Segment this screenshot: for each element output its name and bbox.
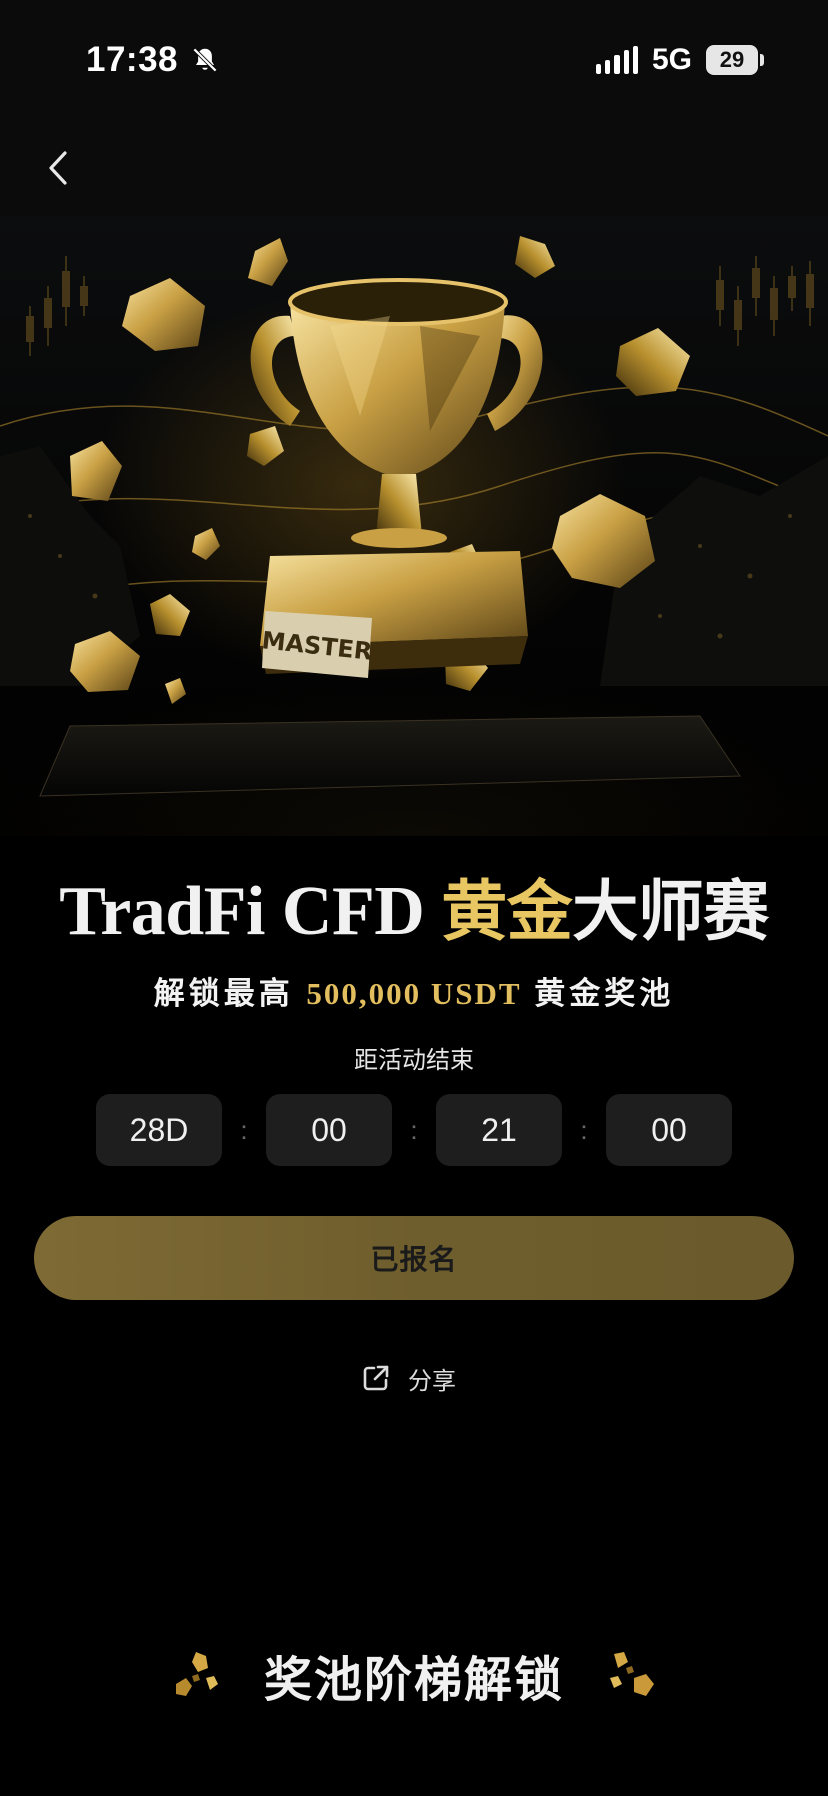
signal-icon: [595, 46, 638, 74]
title-gold: 黄金: [441, 873, 573, 950]
chevron-left-icon: [49, 151, 67, 185]
share-label: 分享: [408, 1367, 456, 1395]
countdown-separator: :: [410, 1114, 418, 1145]
status-time: 17:38: [86, 40, 179, 79]
title-rest: 大师赛: [572, 873, 769, 950]
hero-banner: MASTER: [0, 216, 828, 836]
battery-icon: 29: [706, 45, 764, 75]
status-left: 17:38: [86, 40, 220, 80]
countdown-days: 28D: [96, 1094, 222, 1166]
prize-subtitle: 解锁最高 500,000 USDT 黄金奖池: [0, 968, 828, 1013]
gold-nugget-icon: [610, 1652, 654, 1696]
countdown-hours: 00: [266, 1094, 392, 1166]
trophy-icon: MASTER: [250, 278, 543, 678]
countdown-separator: :: [580, 1114, 588, 1145]
hero-illustration: MASTER: [0, 236, 828, 797]
countdown-minutes: 21: [436, 1094, 562, 1166]
section-title: 奖池阶梯解锁: [0, 1640, 828, 1710]
subtitle-prefix: 解锁最高: [153, 976, 307, 1011]
network-type: 5G: [651, 43, 692, 76]
share-button[interactable]: 分享: [360, 1358, 456, 1398]
status-right: 5G 29: [595, 43, 764, 77]
page-title: TradFi CFD 黄金大师赛: [0, 858, 828, 954]
countdown-label: 距活动结束: [354, 1047, 474, 1074]
countdown-seconds: 00: [606, 1094, 732, 1166]
countdown-timer: 28D : 00 : 21 : 00: [96, 1094, 732, 1166]
back-button[interactable]: [34, 144, 82, 192]
countdown-separator: :: [240, 1114, 248, 1145]
title-latin: TradFi CFD: [59, 873, 442, 950]
status-bar: 17:38 5G 29: [0, 0, 828, 120]
bell-muted-icon: [192, 47, 218, 73]
gold-nugget-icon: [175, 1652, 218, 1696]
subtitle-suffix: 黄金奖池: [521, 976, 675, 1011]
nav-bar: [0, 120, 828, 216]
battery-level: 29: [719, 47, 745, 72]
registered-button[interactable]: 已报名: [34, 1216, 794, 1300]
share-icon: [363, 1365, 389, 1391]
page: 17:38 5G 29 MASTER TradFi CFD 黄金大师赛 解锁最高…: [0, 0, 828, 1796]
prize-amount: 500,000 USDT: [306, 976, 522, 1011]
section-title-text: 奖池阶梯解锁: [263, 1654, 564, 1707]
